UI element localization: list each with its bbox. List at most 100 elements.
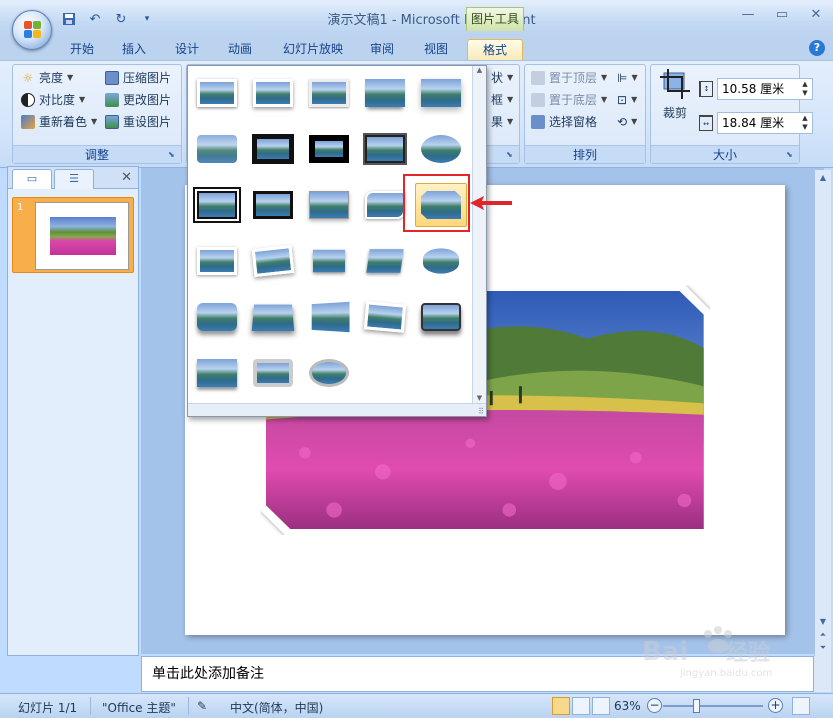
selection-pane-button[interactable]: 选择窗格 (531, 112, 597, 132)
group-arrange: 置于顶层 ▼ 置于底层 ▼ 选择窗格 ⊫ ▼ ⊡ ▼ ⟲ ▼ 排列 (524, 64, 646, 164)
height-spinner[interactable]: ▲ ▼ (800, 80, 810, 98)
picture-style-item[interactable] (247, 351, 299, 395)
picture-style-item[interactable] (191, 71, 243, 115)
picture-style-preview (421, 79, 461, 107)
picture-shape-label: 状 (491, 71, 504, 85)
picture-style-item[interactable] (303, 239, 355, 283)
spell-check-icon[interactable]: ✎ (197, 699, 207, 713)
group-objects-button[interactable]: ⊡ ▼ (617, 90, 637, 110)
reset-picture-button[interactable]: 重设图片 (105, 112, 171, 132)
contrast-button[interactable]: 对比度 ▼ (21, 90, 85, 110)
gallery-scroll-up-icon[interactable]: ▲ (473, 66, 486, 74)
next-slide-icon[interactable]: ⏷ (815, 643, 831, 653)
picture-style-item[interactable] (191, 351, 243, 395)
tab-review[interactable]: 审阅 (360, 39, 404, 61)
crop-button[interactable]: 裁剪 (657, 69, 693, 125)
picture-style-item[interactable] (303, 351, 355, 395)
tab-insert[interactable]: 插入 (112, 39, 156, 61)
picture-style-item[interactable] (247, 295, 299, 339)
height-field[interactable]: 10.58 厘米 ▲ ▼ (717, 78, 813, 100)
compress-label: 压缩图片 (123, 71, 172, 85)
picture-style-item[interactable] (415, 127, 467, 171)
tab-animation[interactable]: 动画 (218, 39, 262, 61)
notes-scrollbar[interactable] (814, 656, 831, 692)
ribbon-tabs: 开始 插入 设计 动画 幻灯片放映 审阅 视图 格式 ? (0, 36, 833, 61)
size-dialog-launcher-icon[interactable]: ⬊ (786, 150, 796, 160)
picture-style-item[interactable] (359, 239, 411, 283)
slideshow-view-button[interactable] (592, 697, 610, 715)
width-spinner[interactable]: ▲ ▼ (800, 114, 810, 132)
picture-style-item[interactable] (415, 71, 467, 115)
minimize-icon[interactable]: — (737, 6, 759, 24)
gallery-scroll-down-icon[interactable]: ▼ (473, 394, 486, 402)
slide-thumbnail-1[interactable]: 1 (12, 197, 134, 273)
picture-style-item[interactable] (359, 71, 411, 115)
dialog-launcher-icon[interactable]: ⬊ (168, 150, 178, 160)
zoom-slider-thumb[interactable] (693, 699, 700, 713)
close-pane-icon[interactable]: ✕ (121, 170, 132, 185)
tab-view[interactable]: 视图 (414, 39, 458, 61)
picture-style-item[interactable] (303, 295, 355, 339)
picture-style-item[interactable] (191, 127, 243, 171)
change-picture-button[interactable]: 更改图片 (105, 90, 171, 110)
outline-tab[interactable]: ☰ (54, 169, 94, 189)
zoom-level[interactable]: 63% (614, 699, 641, 713)
picture-style-item[interactable] (247, 71, 299, 115)
fit-to-window-icon[interactable] (792, 697, 810, 715)
picture-style-item[interactable] (359, 127, 411, 171)
picture-style-item[interactable] (303, 183, 355, 227)
resize-grip-icon[interactable]: ⠿ (478, 407, 484, 416)
zoom-in-icon[interactable]: + (768, 698, 783, 713)
picture-effects-button[interactable]: 果 ▼ (491, 112, 513, 132)
tab-slideshow[interactable]: 幻灯片放映 (276, 39, 350, 61)
send-back-icon (531, 93, 545, 107)
picture-style-item[interactable] (191, 239, 243, 283)
slides-tab[interactable]: ▭ (12, 169, 52, 189)
picture-style-item[interactable] (303, 71, 355, 115)
tab-home[interactable]: 开始 (60, 39, 104, 61)
normal-view-button[interactable] (552, 697, 570, 715)
close-icon[interactable]: ✕ (805, 6, 827, 24)
vertical-scrollbar[interactable]: ▲ ▼ ⏶ ⏷ (814, 170, 831, 656)
brightness-label: 亮度 (39, 71, 64, 85)
styles-dialog-launcher-icon[interactable]: ⬊ (506, 150, 516, 160)
zoom-slider[interactable] (663, 705, 763, 707)
width-field[interactable]: 18.84 厘米 ▲ ▼ (717, 112, 813, 134)
rotate-button[interactable]: ⟲ ▼ (617, 112, 637, 132)
bring-to-front-button[interactable]: 置于顶层 ▼ (531, 68, 607, 88)
align-button[interactable]: ⊫ ▼ (617, 68, 638, 88)
slide-sorter-button[interactable] (572, 697, 590, 715)
picture-style-item[interactable] (191, 183, 243, 227)
send-to-back-button[interactable]: 置于底层 ▼ (531, 90, 607, 110)
prev-slide-icon[interactable]: ⏶ (815, 630, 831, 640)
scroll-up-icon[interactable]: ▲ (815, 173, 831, 182)
gallery-scrollbar[interactable]: ▲ ▼ (472, 66, 486, 404)
height-value: 10.58 厘米 (722, 82, 785, 96)
picture-border-button[interactable]: 框 ▼ (491, 90, 513, 110)
compress-pictures-button[interactable]: 压缩图片 (105, 68, 171, 88)
zoom-out-icon[interactable]: − (647, 698, 662, 713)
picture-style-item[interactable] (415, 239, 467, 283)
tab-format[interactable]: 格式 (467, 39, 523, 61)
picture-style-item[interactable] (247, 239, 299, 283)
status-bar: 幻灯片 1/1 "Office 主题" ✎ 中文(简体，中国) 63% − + (0, 693, 833, 718)
maximize-icon[interactable]: ▭ (771, 6, 793, 24)
office-button[interactable] (12, 10, 52, 50)
picture-style-item[interactable] (359, 295, 411, 339)
picture-style-preview (365, 135, 405, 163)
picture-style-item[interactable] (303, 127, 355, 171)
brightness-button[interactable]: ☼ 亮度 ▼ (21, 68, 74, 88)
picture-style-item[interactable] (247, 127, 299, 171)
recolor-button[interactable]: 重新着色 ▼ (21, 112, 97, 132)
gallery-resize-grip[interactable]: ⠿ (188, 403, 486, 416)
picture-style-preview (197, 359, 237, 387)
picture-style-preview (363, 301, 407, 333)
bring-front-icon (531, 71, 545, 85)
picture-shape-button[interactable]: 状 ▼ (491, 68, 513, 88)
scroll-down-icon[interactable]: ▼ (815, 617, 831, 626)
picture-style-item[interactable] (247, 183, 299, 227)
help-icon[interactable]: ? (809, 40, 825, 56)
picture-style-item[interactable] (191, 295, 243, 339)
tab-design[interactable]: 设计 (165, 39, 209, 61)
picture-style-item[interactable] (415, 295, 467, 339)
